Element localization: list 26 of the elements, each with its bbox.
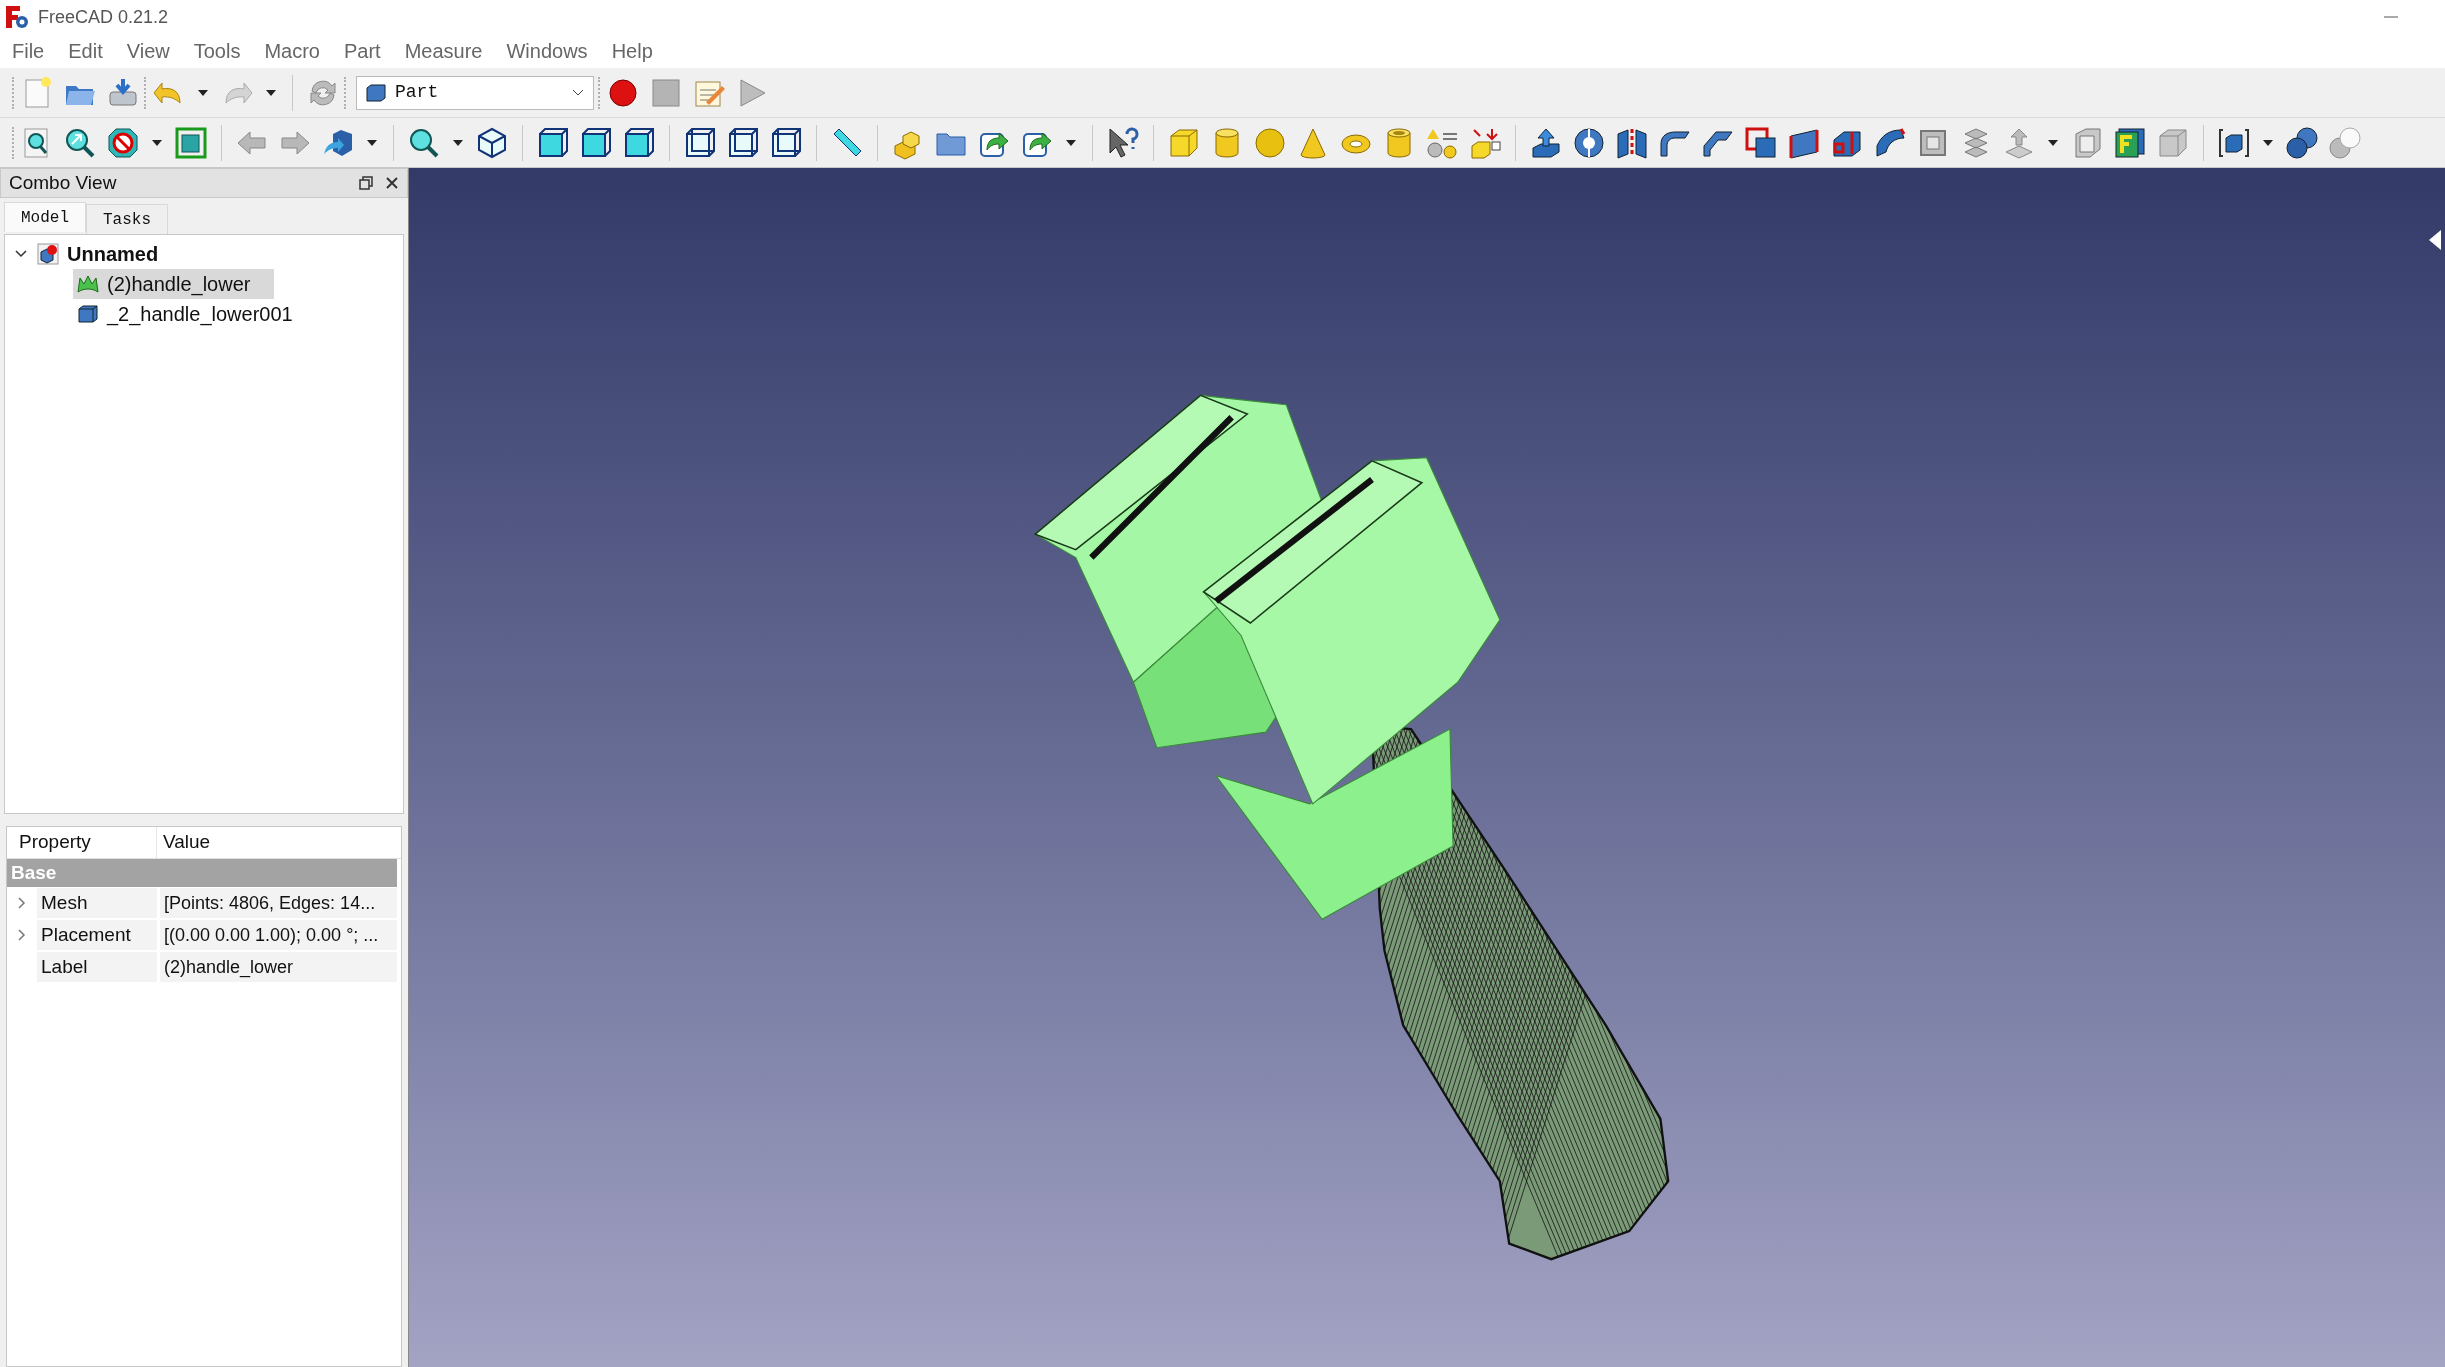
tab[interactable]: Model — [4, 202, 86, 232]
column-header[interactable]: Property — [7, 827, 157, 858]
property-name: Placement — [37, 920, 157, 950]
panel-title: Combo View — [9, 170, 118, 195]
menu-item[interactable]: View — [126, 36, 170, 66]
menu-item[interactable]: Macro — [264, 36, 320, 66]
group-row: Base — [7, 859, 397, 887]
menu-item[interactable]: Measure — [404, 36, 483, 66]
tree-item[interactable]: Unnamed — [33, 239, 183, 269]
menu-item[interactable]: File — [12, 36, 45, 66]
property-value[interactable]: (2)handle_lower — [160, 952, 397, 982]
menu-item[interactable]: Tools — [193, 36, 241, 66]
menu-item[interactable]: Edit — [68, 36, 103, 66]
menu-item[interactable]: Help — [611, 36, 653, 66]
menu-item[interactable]: Part — [344, 36, 381, 66]
property-value[interactable]: [(0.00 0.00 1.00); 0.00 °; ... — [160, 920, 397, 950]
workbench-dropdown[interactable]: Part — [356, 75, 594, 110]
tab[interactable]: Tasks — [86, 204, 169, 234]
tree-item[interactable]: (2)handle_lower — [73, 269, 275, 299]
window-title: FreeCAD 0.21.2 — [38, 5, 169, 29]
tree-item[interactable]: _2_handle_lower001 — [73, 299, 317, 329]
column-header[interactable]: Value — [157, 828, 211, 857]
property-name: Mesh — [37, 888, 157, 918]
menu-item[interactable]: Windows — [506, 36, 588, 66]
property-name: Label — [37, 952, 157, 982]
property-value[interactable]: [Points: 4806, Edges: 14... — [160, 888, 397, 918]
